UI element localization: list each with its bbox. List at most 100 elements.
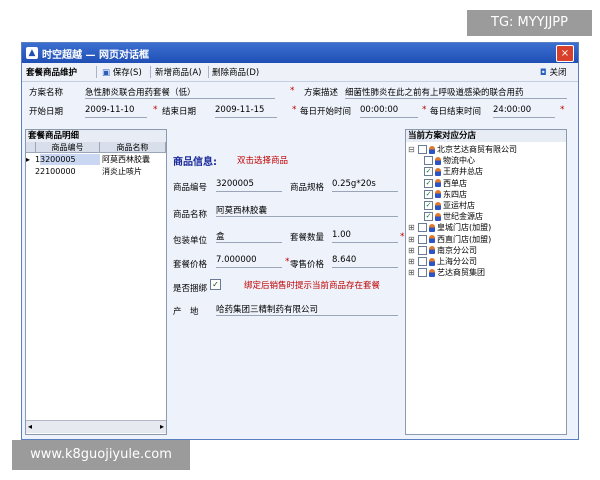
store-tree-item[interactable]: ✓ 东四店 [424,189,467,200]
user-icon [435,190,441,199]
package-unit-field[interactable]: 盒 [216,230,282,243]
store-label: 西直门店(加盟) [437,234,492,244]
store-label: 亚运村店 [443,201,475,210]
add-product-button[interactable]: 新增商品(A) [155,66,201,78]
store-tree-item[interactable]: ✓ 王府井总店 [424,166,483,177]
column-header-name[interactable]: 商品名称 [100,142,166,153]
title-bar[interactable]: ▲ 时空超越 — 网页对话框 × [22,43,578,63]
store-label: 皇城门店(加盟) [437,223,492,233]
user-icon [435,201,441,210]
dialog-window: ▲ 时空超越 — 网页对话框 × 套餐商品维护 ▣ 保存(S) 新增商品(A) … [21,42,579,440]
store-tree-item[interactable]: ⊞ 上海分公司 [408,256,477,267]
package-qty-field[interactable]: 1.00 [332,230,398,243]
store-checkbox[interactable] [418,234,427,244]
store-tree-item[interactable]: ⊞ 艺达商贸集团 [408,267,485,278]
toolbar-separator [208,66,209,78]
store-tree: ⊟ 北京艺达商贸有限公司 物流中心 ✓ 王府井总店 ✓ 西单店 ✓ 东四店 ✓ 亚运村店 ✓ 世纪金源店… [406,144,566,404]
close-button[interactable]: ◘ 关闭 [540,66,566,78]
select-hint: 双击选择商品 [237,156,289,166]
plan-name-field[interactable]: 急性肺炎联合用药套餐（低） [85,86,275,99]
user-icon [429,235,435,244]
expand-icon[interactable]: ⊞ [408,267,416,278]
store-tree-item[interactable]: ⊟ 北京艺达商贸有限公司 [408,144,517,155]
origin-label: 产 地 [173,307,199,317]
collapse-icon[interactable]: ⊟ [408,144,416,155]
plan-name-label: 方案名称 [29,88,64,98]
store-checkbox[interactable] [418,257,427,266]
product-spec-field[interactable]: 0.25g*20s [332,179,398,192]
row-code: 2100000 [40,167,76,176]
package-price-field[interactable]: 7.000000 [216,255,282,268]
origin-field[interactable]: 哈药集团三精制药有限公司 [216,303,398,316]
module-title: 套餐商品维护 [26,68,78,78]
store-checkbox[interactable]: ✓ [424,178,433,188]
watermark-bottom: www.k8guojiyule.com [12,440,190,470]
expand-icon[interactable]: ⊞ [408,234,416,245]
day-end-field[interactable]: 24:00:00 [493,105,555,118]
store-checkbox[interactable]: ✓ [424,212,433,222]
store-tree-item[interactable]: ✓ 世纪金源店 [424,211,483,222]
delete-product-button[interactable]: 删除商品(D) [212,66,259,78]
day-start-label: 每日开始时间 [300,107,352,117]
expand-icon[interactable]: ⊞ [408,245,416,256]
stores-panel: 当前方案对应分店 ⊟ 北京艺达商贸有限公司 物流中心 ✓ 王府井总店 ✓ 西单店 ✓ 东四店 ✓ 亚… [405,129,567,435]
watermark-top: TG: MYYJJPP [467,10,592,36]
save-icon: ▣ [102,68,111,78]
store-label: 北京艺达商贸有限公司 [437,145,517,154]
user-icon [429,246,435,255]
close-window-button[interactable]: × [556,45,574,62]
expand-icon[interactable]: ⊞ [408,256,416,267]
store-tree-item[interactable]: ⊞ 皇城门店(加盟) [408,222,491,233]
store-tree-item[interactable]: ✓ 亚运村店 [424,200,475,211]
user-icon [435,179,441,188]
store-checkbox[interactable] [418,245,427,255]
product-code-label: 商品编号 [173,183,208,193]
retail-price-field[interactable]: 8.640 [332,255,398,268]
required-mark: * [285,257,290,267]
store-label: 西单店 [443,178,467,188]
store-checkbox[interactable] [418,268,427,278]
required-mark: * [290,86,295,96]
store-checkbox[interactable]: ✓ [424,167,433,177]
scroll-right-icon[interactable]: ▸ [160,422,164,431]
row-header-corner [26,142,36,153]
store-tree-item[interactable]: ⊞ 南京分公司 [408,245,477,256]
bind-hint: 绑定后销售时提示当前商品存在套餐 [244,281,381,291]
scroll-left-icon[interactable]: ◂ [28,422,32,431]
store-checkbox[interactable] [418,223,427,233]
toolbar: 套餐商品维护 ▣ 保存(S) 新增商品(A) 删除商品(D) ◘ 关闭 [22,63,578,82]
store-label: 艺达商贸集团 [437,268,485,278]
product-code-field[interactable]: 3200005 [216,179,282,192]
store-label: 王府井总店 [443,167,483,177]
store-checkbox[interactable] [424,156,433,166]
package-qty-label: 套餐数量 [290,233,325,243]
plan-desc-field[interactable]: 细菌性肺炎在此之前有上呼吸道感染的联合用药 [345,86,567,99]
window-title: 时空超越 — 网页对话框 [42,50,149,61]
start-date-field[interactable]: 2009-11-10 [85,105,147,118]
store-label: 物流中心 [443,156,475,166]
row-code: 3200005 [40,154,100,165]
toolbar-separator [96,66,97,78]
store-tree-item[interactable]: 物流中心 [424,155,475,166]
user-icon [435,156,441,165]
section-title: 商品信息: [173,157,217,168]
save-button[interactable]: ▣ 保存(S) [102,66,142,78]
product-name-field[interactable]: 阿莫西林胶囊 [216,204,398,217]
user-icon [435,167,441,176]
end-date-field[interactable]: 2009-11-15 [215,105,277,118]
product-name-label: 商品名称 [173,210,208,220]
horizontal-scrollbar[interactable]: ◂ ▸ [26,420,166,433]
expand-icon[interactable]: ⊞ [408,222,416,233]
bind-checkbox[interactable]: ✓ [210,279,221,290]
day-start-field[interactable]: 00:00:00 [360,105,418,118]
package-price-label: 套餐价格 [173,260,208,270]
store-checkbox[interactable] [418,145,427,154]
product-spec-label: 商品规格 [290,183,325,193]
store-tree-item[interactable]: ✓ 西单店 [424,178,467,189]
row-name: 阿莫西林胶囊 [102,155,150,164]
store-label: 上海分公司 [437,257,477,266]
store-checkbox[interactable]: ✓ [424,201,433,210]
column-header-code[interactable]: 商品编号 [36,142,100,153]
store-tree-item[interactable]: ⊞ 西直门店(加盟) [408,234,491,245]
store-checkbox[interactable]: ✓ [424,189,433,199]
